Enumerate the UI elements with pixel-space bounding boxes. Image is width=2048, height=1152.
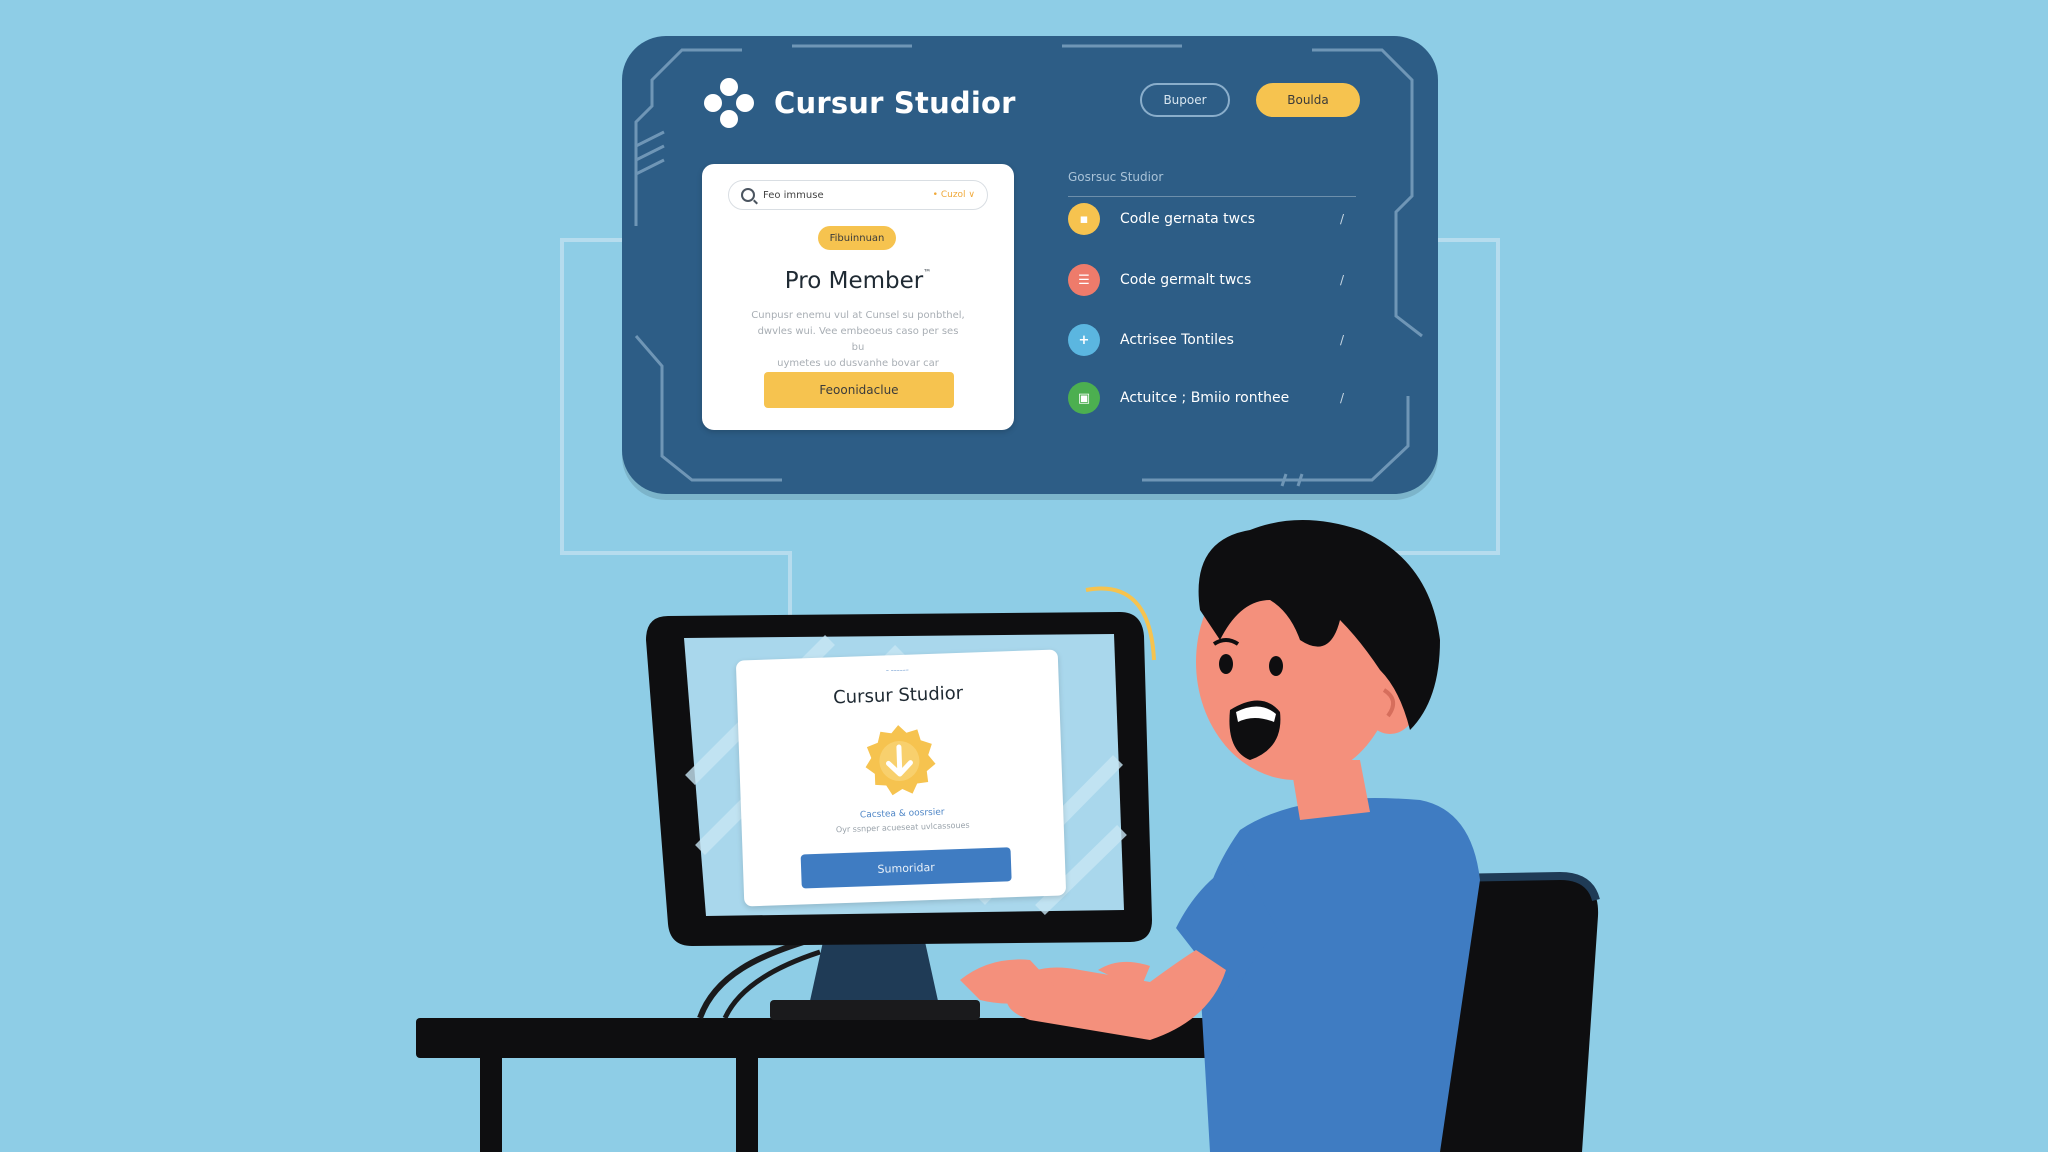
brand-logo-icon	[704, 78, 754, 128]
search-value: Feo immuse	[763, 189, 824, 201]
brand: Cursur Studior	[704, 78, 1016, 128]
membership-action-button[interactable]: Feoonidaclue	[764, 372, 954, 408]
feature-list-item[interactable]: ▪ Codle gernata twcs /	[1068, 202, 1358, 236]
brand-title: Cursur Studior	[774, 86, 1016, 120]
monitor-action-button[interactable]: Sumoridar	[800, 847, 1012, 889]
search-input[interactable]: Feo immuse • Cuzol ∨	[728, 180, 988, 210]
edit-icon[interactable]: /	[1340, 273, 1344, 287]
feature-label: Actuitce ; Bmiio ronthee	[1120, 390, 1290, 406]
description-line: Cunpusr enemu vul at Cunsel su ponbthel,	[751, 310, 965, 321]
membership-card: Feo immuse • Cuzol ∨ Fibuinnuan Pro Memb…	[702, 164, 1014, 430]
monitor-title: Cursur Studior	[832, 682, 964, 709]
edit-icon[interactable]: /	[1340, 391, 1344, 405]
list-icon: ☰	[1068, 264, 1100, 296]
primary-header-button[interactable]: Boulda	[1256, 83, 1360, 117]
secondary-header-button[interactable]: Bupoer	[1140, 83, 1230, 117]
download-badge-icon	[865, 725, 936, 796]
feature-list-item[interactable]: + Actrisee Tontiles /	[1068, 323, 1358, 357]
plus-icon: +	[1068, 324, 1100, 356]
edit-icon[interactable]: /	[1340, 333, 1344, 347]
monitor-small-label: – ––––––	[885, 666, 909, 675]
feature-list-item[interactable]: ☰ Code germalt twcs /	[1068, 263, 1358, 297]
check-square-icon: ▣	[1068, 382, 1100, 414]
membership-badge: Fibuinnuan	[818, 226, 896, 250]
feature-label: Codle gernata twcs	[1120, 211, 1256, 227]
membership-title: Pro Member™	[702, 268, 1014, 294]
monitor-app-window: – –––––– Cursur Studior Cacstea & oosrsi…	[735, 649, 1067, 907]
search-icon	[741, 188, 755, 202]
edit-icon[interactable]: /	[1340, 212, 1344, 226]
description-line: dwvles wui. Vee embeoeus caso per ses bu	[757, 326, 959, 353]
doc-icon: ▪	[1068, 203, 1100, 235]
feature-label: Actrisee Tontiles	[1120, 332, 1234, 348]
desk	[416, 1018, 1236, 1152]
divider	[1068, 196, 1356, 197]
feature-list-header: Gosrsuc Studior	[1068, 170, 1164, 184]
feature-label: Code germalt twcs	[1120, 272, 1252, 288]
feature-list-item[interactable]: ▣ Actuitce ; Bmiio ronthee /	[1068, 381, 1358, 415]
membership-title-text: Pro Member	[784, 268, 924, 294]
trademark-mark: ™	[923, 268, 932, 277]
dashboard-panel: Cursur Studior Bupoer Boulda Feo immuse …	[622, 36, 1438, 494]
search-filter-dropdown[interactable]: • Cuzol ∨	[933, 190, 975, 200]
